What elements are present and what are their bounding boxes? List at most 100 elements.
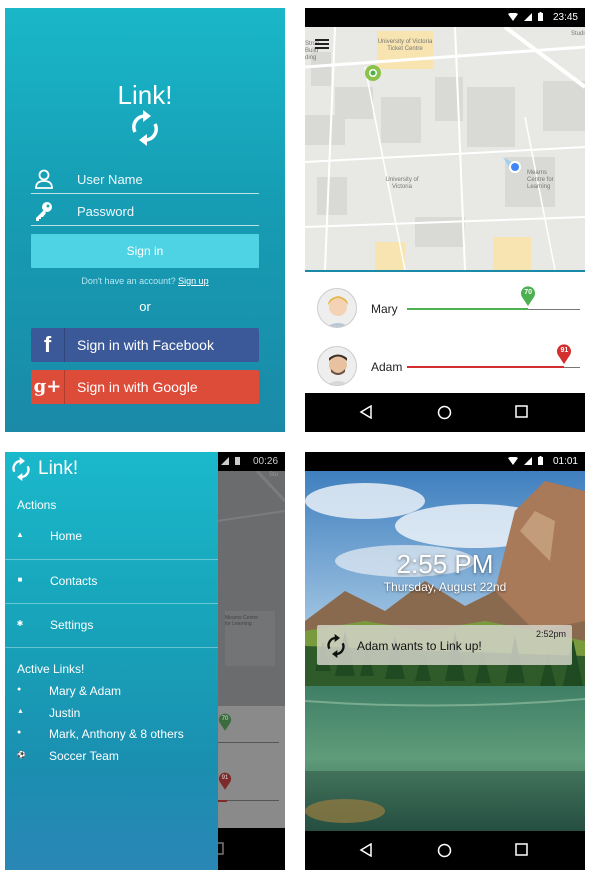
status-time: 23:45 [552,12,578,23]
home-nav-icon[interactable] [437,843,452,858]
sync-logo-icon [132,110,158,146]
lock-screen: 01:01 2:55 PM Thursday, August 22nd Adam… [305,452,585,870]
map-label-ticket-centre: University of Victoria Ticket Centre [377,39,433,52]
campus-map[interactable]: University of Victoria Ticket Centre Uni… [305,27,585,270]
nav-drawer: Link! Actions ▲ Home ■ Contacts ✱ Settin… [5,452,218,870]
drawer-screen: 00:26 Stu Mearns Centre for Learning 70 … [5,452,285,870]
recents-icon[interactable] [515,843,528,856]
dim-nav-bar [211,828,285,870]
active-link-mary-adam[interactable]: ● Mary & Adam [5,682,218,702]
google-plus-icon: g+ [31,370,65,404]
menu-item-label: Contacts [50,574,98,588]
signal-icon [524,456,532,465]
dim-pin-value: 70 [221,716,229,722]
person-name: Adam [371,360,403,374]
proximity-fill [407,366,565,368]
no-account-text: Don't have an account? [81,276,176,286]
dim-status-label: Stu [269,472,279,478]
drawer-header: Link! [5,452,218,485]
friend-location-marker-icon[interactable] [364,64,382,82]
password-field[interactable]: Password [31,198,259,226]
proximity-pin: 70 [520,286,536,306]
link-request-notification[interactable]: Adam wants to Link up! 2:52pm [317,625,572,665]
person-name: Mary [371,302,398,316]
recents-icon[interactable] [515,405,528,418]
or-separator: or [139,299,151,314]
sync-logo-icon [327,634,345,658]
signal-icon [524,12,532,21]
drawer-divider [5,647,218,648]
status-time: 00:26 [253,456,279,467]
map-canvas [305,27,585,270]
group-icon: ● [17,729,22,736]
linked-people-list: Mary 70 Adam 91 [305,272,585,393]
person-icon: ▲ [17,708,24,715]
username-placeholder: User Name [77,172,143,187]
avatar [317,346,357,386]
group-icon: ● [17,686,22,693]
active-link-mark-anthony[interactable]: ● Mark, Anthony & 8 others [5,725,218,745]
my-location-marker-icon [503,157,521,173]
landscape-wallpaper: 2:55 PM Thursday, August 22nd Adam wants… [305,471,585,831]
home-icon: ▲ [16,530,24,539]
lock-clock: 2:55 PM [396,549,494,579]
active-link-label: Mark, Anthony & 8 others [49,727,184,741]
signup-prompt: Don't have an account? Sign up [5,276,285,286]
menu-item-settings[interactable]: ✱ Settings [5,603,218,647]
back-icon[interactable] [359,405,373,419]
menu-item-label: Home [50,529,83,543]
active-link-justin[interactable]: ▲ Justin [5,704,218,724]
facebook-signin-button[interactable]: f Sign in with Facebook [31,328,259,362]
proximity-fill [407,308,529,310]
sync-logo-icon [12,457,30,481]
dim-people-list: 70 91 [217,706,285,828]
status-time: 01:01 [552,456,578,467]
nav-bar [305,393,585,432]
active-link-soccer-team[interactable]: ⚽ Soccer Team [5,747,218,767]
wifi-icon [508,456,518,465]
nav-bar [305,831,585,870]
dimmed-map-background: 00:26 Stu Mearns Centre for Learning 70 … [211,452,285,870]
battery-icon [538,456,543,465]
person-row-adam[interactable]: Adam 91 [317,344,585,392]
menu-item-contacts[interactable]: ■ Contacts [5,559,218,603]
dim-map-label: Mearns Centre for Learning [225,615,259,627]
user-icon [35,169,53,189]
wifi-icon [508,12,518,21]
map-label-studio: Studi [571,31,585,37]
status-bar: 23:45 [305,8,585,27]
contacts-icon: ■ [17,575,23,584]
soccer-icon: ⚽ [17,752,26,759]
menu-item-home[interactable]: ▲ Home [5,515,218,559]
person-row-mary[interactable]: Mary 70 [317,286,585,334]
active-link-label: Soccer Team [49,749,119,763]
active-link-label: Justin [49,706,81,720]
password-placeholder: Password [77,204,135,219]
sign-up-link[interactable]: Sign up [178,276,209,286]
actions-header: Actions [17,498,57,512]
username-field[interactable]: User Name [31,166,259,194]
sign-in-button[interactable]: Sign in [31,234,259,268]
facebook-icon: f [31,328,65,362]
dim-pin-value: 91 [221,775,229,781]
proximity-value: 70 [524,289,532,296]
google-signin-button[interactable]: g+ Sign in with Google [31,370,259,404]
map-label-university: University of Victoria [385,177,419,190]
status-bar: 00:26 [217,452,285,471]
facebook-signin-label: Sign in with Facebook [77,337,214,353]
app-title: Link! [117,80,173,110]
dim-map [217,471,285,706]
battery-icon [538,12,543,21]
google-signin-label: Sign in with Google [77,379,198,395]
battery-icon [235,457,240,465]
map-label-mearns: Mearns Centre for Learning [527,170,554,190]
back-icon[interactable] [359,843,373,857]
home-nav-icon[interactable] [437,405,452,420]
key-icon [36,202,52,221]
login-screen: Link! User Name Password Sign in Don't h… [5,8,285,432]
notification-text: Adam wants to Link up! [357,639,482,653]
proximity-pin: 91 [556,344,572,364]
menu-icon[interactable] [315,39,329,49]
active-link-label: Mary & Adam [49,684,122,698]
settings-icon: ✱ [16,619,24,628]
